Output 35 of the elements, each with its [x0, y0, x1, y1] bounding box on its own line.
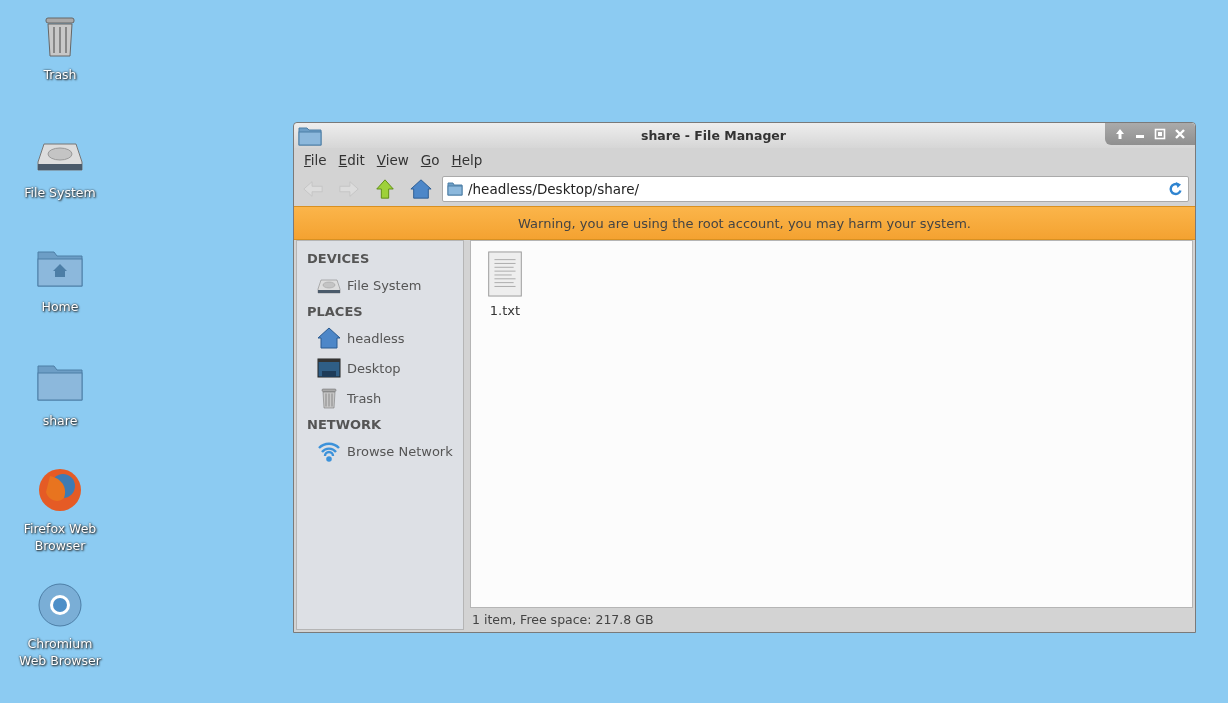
sidebar-heading: PLACES [307, 304, 364, 319]
sidebar-heading: NETWORK [307, 417, 383, 432]
sidebar-heading: DEVICES [307, 251, 371, 266]
minimize-icon [1136, 135, 1144, 138]
menu-item[interactable]: File [298, 150, 333, 170]
status-text: 1 item, Free space: 217.8 GB [471, 610, 655, 629]
maximize-icon [1153, 127, 1167, 141]
sidebar-item[interactable]: Browse Network [297, 436, 463, 466]
menu-item[interactable]: Go [414, 150, 446, 170]
document-entry[interactable]: 1.txt [485, 251, 525, 318]
close-icon [1173, 127, 1187, 141]
up-arrow-icon [1113, 127, 1127, 141]
desktop-icon [317, 356, 341, 380]
warning-banner: Warning, you are using the root account, you may harm your system. [294, 206, 1195, 240]
shade-button[interactable] [1113, 127, 1127, 141]
sidebar-item[interactable]: Desktop [297, 353, 463, 383]
maximize-button[interactable] [1153, 127, 1167, 141]
close-button[interactable] [1173, 127, 1187, 141]
up-arrow-icon [374, 178, 396, 200]
folder-icon [447, 182, 463, 196]
reload-icon[interactable] [1168, 181, 1184, 197]
location-field[interactable]: /headless/Desktop/share/ [442, 176, 1189, 202]
text-file-icon [485, 251, 525, 297]
house-icon [410, 178, 432, 200]
window-title: share - File Manager [639, 128, 787, 143]
sidebar-item[interactable]: Trash [297, 383, 463, 413]
sidebar-item[interactable]: headless [297, 323, 463, 353]
chromium-icon [36, 581, 84, 629]
house-icon [317, 326, 341, 350]
sidebar-item[interactable]: File System [297, 270, 463, 300]
folder-icon [298, 125, 322, 146]
menu-item[interactable]: Help [445, 150, 489, 170]
menu-item[interactable]: Edit [332, 150, 371, 170]
firefox-icon [36, 466, 84, 514]
menu-item[interactable]: View [370, 150, 415, 170]
